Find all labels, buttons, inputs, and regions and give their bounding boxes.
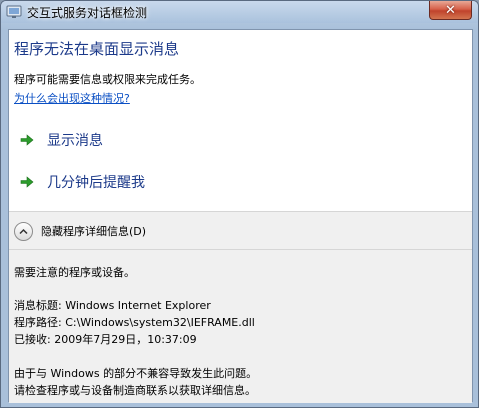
program-path: 程序路径: C:\Windows\system32\IEFRAME.dll — [14, 316, 255, 329]
app-icon — [6, 4, 22, 20]
dialog-window: 交互式服务对话框检测 ✕ 程序无法在桌面显示消息 程序可能需要信息或权限来完成任… — [0, 0, 479, 408]
green-arrow-icon — [19, 174, 35, 190]
details-divider — [9, 249, 472, 250]
details-notice: 需要注意的程序或设备。 — [14, 266, 135, 279]
description-text: 程序可能需要信息或权限来完成任务。 — [14, 73, 201, 86]
chevron-up-icon[interactable] — [14, 221, 33, 241]
show-message-command[interactable]: 显示消息 — [19, 127, 103, 153]
message-title: 消息标题: Windows Internet Explorer — [14, 299, 211, 312]
main-heading: 程序无法在桌面显示消息 — [14, 40, 180, 58]
details-panel: 隐藏程序详细信息(D) 需要注意的程序或设备。 消息标题: Windows In… — [9, 211, 472, 403]
close-icon: ✕ — [445, 2, 456, 18]
main-panel: 程序无法在桌面显示消息 程序可能需要信息或权限来完成任务。 为什么会出现这种情况… — [9, 30, 472, 211]
explanation-line-2: 请检查程序或与设备制造商联系以获取详细信息。 — [14, 384, 256, 397]
dialog-client: 程序无法在桌面显示消息 程序可能需要信息或权限来完成任务。 为什么会出现这种情况… — [8, 29, 473, 403]
hide-details-toggle[interactable]: 隐藏程序详细信息(D) — [14, 220, 146, 242]
help-link[interactable]: 为什么会出现这种情况? — [14, 90, 130, 106]
close-button[interactable]: ✕ — [429, 1, 472, 20]
remind-later-command[interactable]: 几分钟后提醒我 — [19, 169, 145, 195]
title-bar[interactable]: 交互式服务对话框检测 ✕ — [1, 1, 478, 23]
window-title: 交互式服务对话框检测 — [27, 6, 148, 20]
command-label: 几分钟后提醒我 — [47, 175, 145, 191]
command-label: 显示消息 — [47, 133, 103, 149]
received-time: 已接收: 2009年7月29日，10:37:09 — [14, 333, 197, 346]
toggle-label: 隐藏程序详细信息(D) — [41, 225, 147, 238]
explanation-line-1: 由于与 Windows 的部分不兼容导致发生此问题。 — [14, 367, 258, 380]
green-arrow-icon — [19, 132, 35, 148]
